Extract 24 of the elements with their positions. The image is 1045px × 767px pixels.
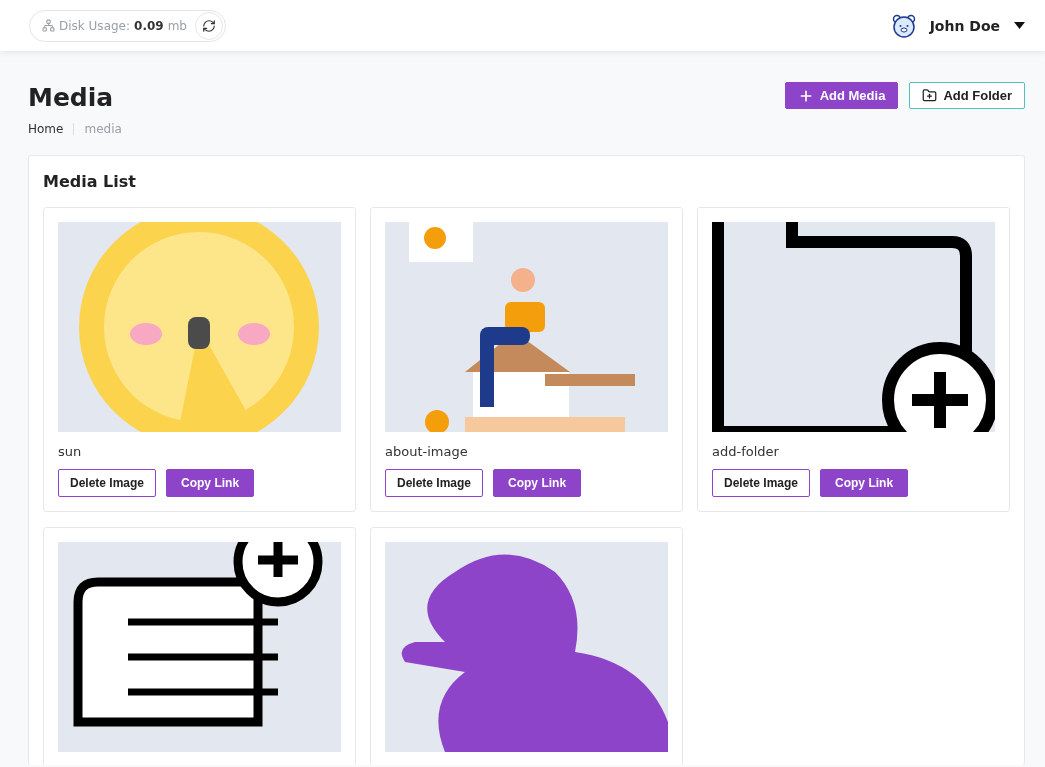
network-icon: [42, 19, 55, 32]
delete-image-button[interactable]: Delete Image: [712, 469, 811, 497]
copy-link-button[interactable]: Copy Link: [166, 469, 255, 497]
media-name: add-folder: [712, 444, 780, 459]
add-media-button[interactable]: Add Media: [784, 82, 899, 109]
disk-usage-unit: mb: [167, 18, 187, 33]
refresh-icon: [201, 18, 216, 33]
add-folder-button[interactable]: Add Folder: [909, 82, 1025, 109]
page-title: Media: [28, 83, 115, 112]
media-name: about-image: [385, 444, 469, 459]
caret-icon: [1014, 22, 1025, 29]
disk-usage-label: Disk Usage:: [59, 18, 131, 33]
breadcrumb-link[interactable]: Home: [28, 122, 64, 136]
copy-link-button[interactable]: Copy Link: [820, 469, 909, 497]
folder-plus-icon: [922, 88, 938, 103]
panel-title: Media List: [43, 172, 137, 191]
copy-link-button[interactable]: Copy Link: [493, 469, 582, 497]
delete-image-button[interactable]: Delete Image: [385, 469, 484, 497]
delete-image-button[interactable]: Delete Image: [58, 469, 157, 497]
disk-usage-value: 0.09: [134, 18, 164, 33]
media-name: sun: [58, 444, 83, 459]
user-menu[interactable]: John Doe: [891, 13, 1025, 38]
refresh-button[interactable]: [194, 11, 223, 40]
bear-avatar-icon: [891, 13, 916, 38]
